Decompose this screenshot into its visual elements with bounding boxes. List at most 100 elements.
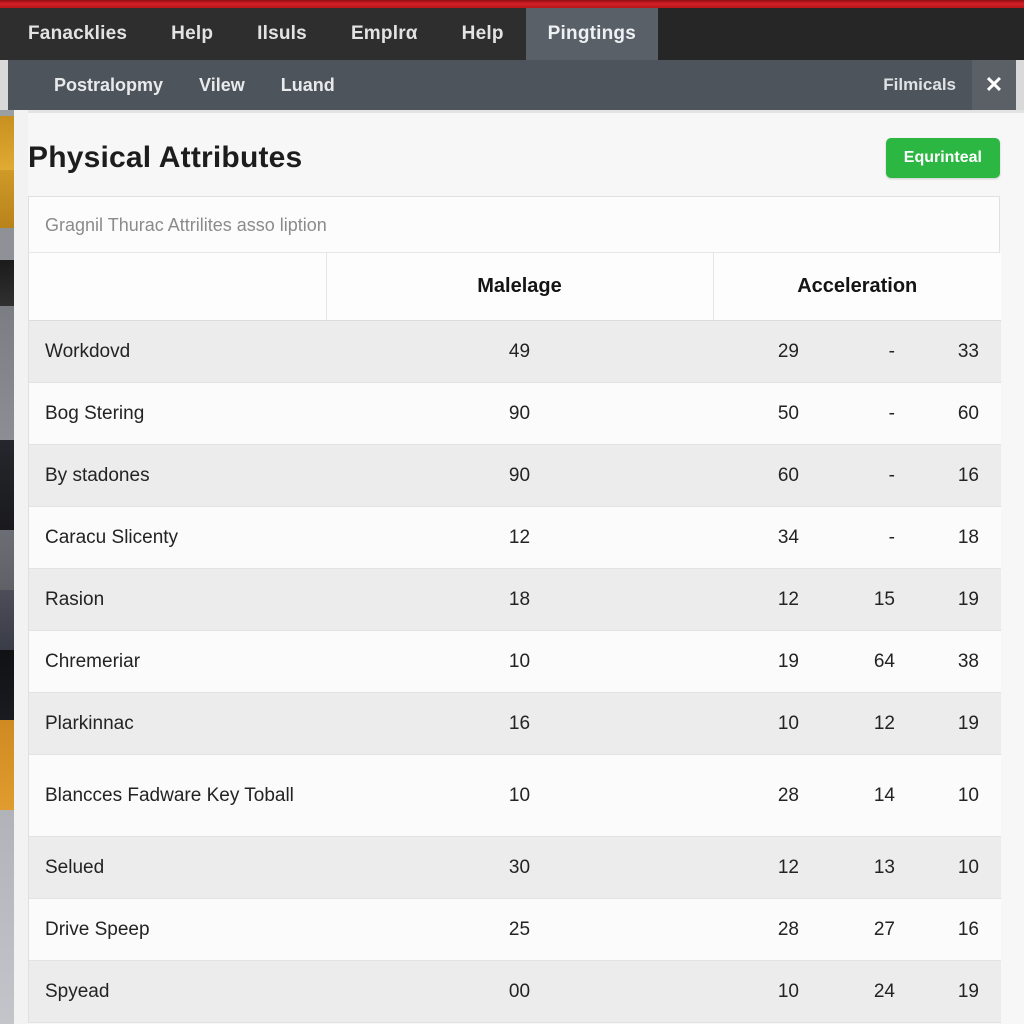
table-row[interactable]: Drive Speep 25 28 27 16 [29,898,1001,961]
toolbar-right-edge [1016,60,1024,110]
cell-label: By stadones [29,444,326,507]
cell-label: Drive Speep [29,898,326,961]
cell-v2: 12 [713,836,809,899]
cell-v3: 15 [809,568,905,631]
table-row[interactable]: Bog Stering 90 50-60 [29,382,1001,445]
cell-v1: 49 [326,320,713,383]
column-header-acceleration[interactable]: Acceleration [713,253,1001,321]
cell-v3: - [809,382,905,445]
column-header-malelage[interactable]: Malelage [326,253,714,321]
tab-1[interactable]: Help [149,8,235,60]
cell-v1: 10 [326,754,713,837]
cell-v4: 16 [905,444,1001,507]
tab-5[interactable]: Pingtings [525,8,659,60]
cell-v1: 18 [326,568,713,631]
tab-bar: Fanacklies Help Ilsuls Emplrα Help Pingtings [0,8,1024,60]
cell-v1: 00 [326,960,713,1023]
attributes-table-panel: Gragnil Thurac Attrilites asso liption M… [28,196,1001,1023]
cell-v1: 90 [326,444,713,507]
tab-0[interactable]: Fanacklies [0,8,149,60]
cell-v4: 19 [905,692,1001,755]
table-head: Malelage Acceleration [29,253,1001,321]
cell-label: Blancces Fadware Key Toball [29,754,326,837]
cell-label: Plarkinnac [29,692,326,755]
cell-label: Workdovd [29,320,326,383]
cell-v4: 10 [905,754,1001,837]
page-title: Physical Attributes [28,141,303,174]
cell-v1: 25 [326,898,713,961]
table-row[interactable]: Chremeriar 10 19 64 38 [29,630,1001,693]
cell-v3: 64 [809,630,905,693]
cell-v2: 28 [713,898,809,961]
toolbar-item-2[interactable]: Luand [263,75,353,96]
table-row[interactable]: Plarkinnac 16 10 12 19 [29,692,1001,755]
toolbar-item-0[interactable]: Postralopmy [36,75,181,96]
cell-v3: - [809,444,905,507]
cell-v4: 33 [905,320,1001,383]
cell-v1: 16 [326,692,713,755]
cell-v3: - [809,320,905,383]
toolbar-item-1[interactable]: Vilew [181,75,263,96]
table-caption: Gragnil Thurac Attrilites asso liption [29,197,999,253]
close-icon[interactable]: ✕ [972,60,1016,110]
table-row[interactable]: Selued 30 12 13 10 [29,836,1001,899]
cell-v2: 12 [713,568,809,631]
cell-v2: 10 [713,960,809,1023]
toolbar-right-label[interactable]: Filmicals [883,75,972,95]
cell-v1: 12 [326,506,713,569]
primary-action-button[interactable]: Equrinteal [885,138,1000,178]
table-body: Workdovd 49 29-33 Bog Stering 90 50-60 By stad… [29,320,1001,1023]
secondary-toolbar: Postralopmy Vilew Luand Filmicals ✕ [0,60,1024,110]
cell-v4: 16 [905,898,1001,961]
cell-v3: 13 [809,836,905,899]
cell-v3: 27 [809,898,905,961]
table-row[interactable]: Caracu Slicenty 12 34-18 [29,506,1001,569]
tab-list: Fanacklies Help Ilsuls Emplrα Help Pingtings [0,8,659,60]
table-row[interactable]: Workdovd 49 29-33 [29,320,1001,383]
column-header-label[interactable] [29,253,327,321]
cell-v2: 29 [713,320,809,383]
cell-v2: 34 [713,506,809,569]
app-window: Fanacklies Help Ilsuls Emplrα Help Pingtings … [0,0,1024,1024]
cell-v4: 18 [905,506,1001,569]
cell-v4: 19 [905,568,1001,631]
cell-v1: 90 [326,382,713,445]
cell-label: Spyead [29,960,326,1023]
cell-v4: 10 [905,836,1001,899]
cell-v2: 10 [713,692,809,755]
tab-4[interactable]: Help [440,8,526,60]
tab-bar-filler [658,8,1024,60]
cell-v1: 30 [326,836,713,899]
cell-label: Selued [29,836,326,899]
tab-3[interactable]: Emplrα [329,8,440,60]
cell-v3: - [809,506,905,569]
cell-v3: 12 [809,692,905,755]
cell-v3: 14 [809,754,905,837]
page-header: Physical Attributes Equrinteal [28,110,1024,196]
table-row[interactable]: Rasion 18 12 15 19 [29,568,1001,631]
content-left-gutter [14,110,28,1024]
tab-2[interactable]: Ilsuls [235,8,329,60]
table-header-row: Malelage Acceleration [29,253,1001,321]
table-row[interactable]: By stadones 90 60-16 [29,444,1001,507]
cell-v4: 38 [905,630,1001,693]
cell-v2: 28 [713,754,809,837]
cell-v2: 19 [713,630,809,693]
background-window-sliver [0,110,14,1024]
table-row[interactable]: Spyead 00 10 24 19 [29,960,1001,1023]
cell-v2: 50 [713,382,809,445]
accent-strip [0,0,1024,8]
main-content: Physical Attributes Equrinteal Gragnil T… [28,110,1024,1024]
toolbar-menu-list: Postralopmy Vilew Luand [8,75,353,96]
cell-v4: 19 [905,960,1001,1023]
cell-v3: 24 [809,960,905,1023]
table-row[interactable]: Blancces Fadware Key Toball 10 28 14 10 [29,754,1001,837]
cell-v2: 60 [713,444,809,507]
cell-label: Caracu Slicenty [29,506,326,569]
toolbar-left-edge [0,60,8,110]
cell-v4: 60 [905,382,1001,445]
cell-label: Rasion [29,568,326,631]
cell-label: Chremeriar [29,630,326,693]
attributes-table: Malelage Acceleration Workdovd 49 29-33 Bog… [29,253,1001,1023]
cell-label: Bog Stering [29,382,326,445]
